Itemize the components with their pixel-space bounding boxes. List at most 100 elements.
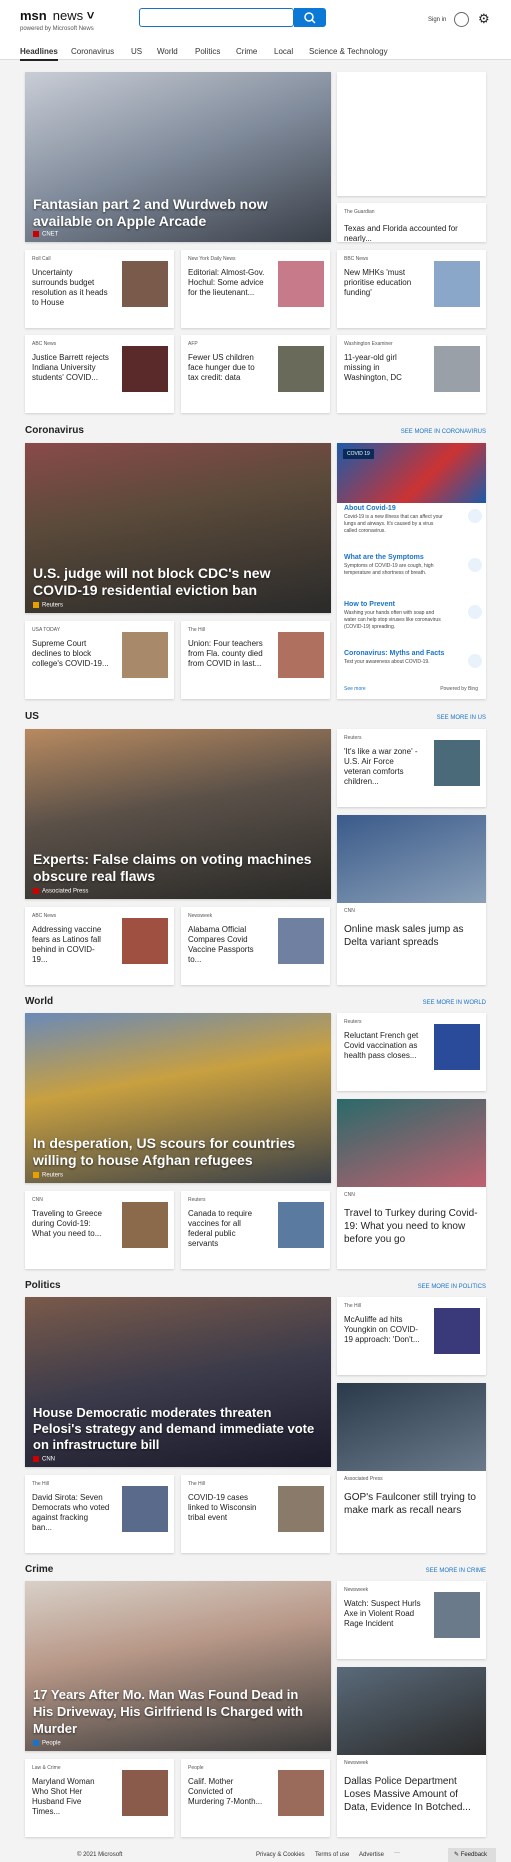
- news-image: [337, 1667, 486, 1755]
- news-card[interactable]: BBC News New MHKs 'must prioritise educat…: [337, 250, 486, 328]
- news-thumbnail: [278, 261, 324, 307]
- tab-coronavirus[interactable]: Coronavirus: [71, 47, 114, 56]
- news-thumbnail: [122, 632, 168, 678]
- hero-card[interactable]: In desperation, US scours for countries …: [25, 1013, 331, 1183]
- news-card[interactable]: USA TODAY Supreme Court declines to block…: [25, 621, 174, 699]
- news-card[interactable]: Associated Press GOP's Faulconer still t…: [337, 1383, 486, 1553]
- hero-card[interactable]: House Democratic moderates threaten Pelo…: [25, 1297, 331, 1467]
- news-card[interactable]: New York Daily News Editorial: Almost-Gov…: [181, 250, 330, 328]
- hero-source: CNET: [33, 231, 58, 238]
- news-thumbnail: [122, 918, 168, 964]
- news-thumbnail: [278, 1486, 324, 1532]
- section-title: US: [25, 711, 39, 722]
- tab-politics[interactable]: Politics: [195, 47, 220, 56]
- powered-by: powered by Microsoft News: [20, 26, 94, 32]
- hero-card[interactable]: Experts: False claims on voting machines…: [25, 729, 331, 899]
- see-more-link[interactable]: SEE MORE IN WORLD: [423, 1000, 486, 1006]
- covid-item[interactable]: Coronavirus: Myths and Facts Test your aw…: [344, 650, 482, 668]
- covid-see-more[interactable]: See more: [344, 686, 366, 692]
- msn-logo[interactable]: msn news ˅: [20, 8, 94, 23]
- feedback-button[interactable]: ✎ Feedback: [448, 1848, 496, 1862]
- gear-icon[interactable]: ⚙: [478, 11, 490, 27]
- more-icon[interactable]: ···: [394, 1850, 400, 1856]
- news-card[interactable]: The Hill David Sirota: Seven Democrats wh…: [25, 1475, 174, 1553]
- covid-item[interactable]: About Covid-19 Covid-19 is a new illness …: [344, 505, 482, 535]
- symptom-icon: [468, 558, 482, 572]
- nav-bar: Headlines Coronavirus US World Politics …: [0, 36, 511, 61]
- news-card[interactable]: Roll Call Uncertainty surrounds budget re…: [25, 250, 174, 328]
- news-thumbnail: [434, 1024, 480, 1070]
- news-card[interactable]: Reuters Canada to require vaccines for al…: [181, 1191, 330, 1269]
- avatar-icon[interactable]: [454, 12, 469, 27]
- news-thumbnail: [434, 346, 480, 392]
- news-card[interactable]: The Hill COVID-19 cases linked to Wiscons…: [181, 1475, 330, 1553]
- news-thumbnail: [434, 1592, 480, 1638]
- news-thumbnail: [434, 1308, 480, 1354]
- news-thumbnail: [434, 261, 480, 307]
- sign-in-link[interactable]: Sign in: [428, 17, 446, 23]
- news-card[interactable]: People Calif. Mother Convicted of Murderi…: [181, 1759, 330, 1837]
- advertise-link[interactable]: Advertise: [359, 1852, 384, 1858]
- news-image: [337, 1383, 486, 1471]
- privacy-link[interactable]: Privacy & Cookies: [256, 1852, 305, 1858]
- news-card[interactable]: CNN Travel to Turkey during Covid-19: Wh…: [337, 1099, 486, 1269]
- hero-card[interactable]: Fantasian part 2 and Wurdweb now availab…: [25, 72, 331, 242]
- news-thumbnail: [122, 1202, 168, 1248]
- tab-world[interactable]: World: [157, 47, 178, 56]
- search-button[interactable]: [294, 8, 326, 27]
- news-thumbnail: [122, 346, 168, 392]
- feedback-icon: ✎: [454, 1852, 460, 1858]
- news-card[interactable]: ABC News Justice Barrett rejects Indiana …: [25, 335, 174, 413]
- news-card[interactable]: Reuters Reluctant French get Covid vaccin…: [337, 1013, 486, 1091]
- news-card[interactable]: Newsweek Alabama Official Compares Covid …: [181, 907, 330, 985]
- news-thumbnail: [122, 261, 168, 307]
- hero-card[interactable]: U.S. judge will not block CDC's new COVI…: [25, 443, 331, 613]
- news-thumbnail: [122, 1770, 168, 1816]
- news-thumbnail: [434, 740, 480, 786]
- tab-crime[interactable]: Crime: [236, 47, 257, 56]
- news-thumbnail: [278, 346, 324, 392]
- search-input[interactable]: [139, 8, 294, 27]
- footer: © 2021 Microsoft Privacy & Cookies Terms…: [77, 1850, 400, 1858]
- section-title: Politics: [25, 1280, 61, 1291]
- see-more-link[interactable]: SEE MORE IN US: [437, 715, 486, 721]
- news-card[interactable]: AFP Fewer US children face hunger due to …: [181, 335, 330, 413]
- news-card[interactable]: Newsweek Watch: Suspect Hurls Axe in Viol…: [337, 1581, 486, 1659]
- news-card[interactable]: CNN Online mask sales jump as Delta vari…: [337, 815, 486, 985]
- tab-local[interactable]: Local: [274, 47, 293, 56]
- terms-link[interactable]: Terms of use: [315, 1852, 349, 1858]
- covid-panel: COVID 19 About Covid-19 Covid-19 is a new…: [337, 443, 486, 699]
- news-card[interactable]: ABC News Addressing vaccine fears as Lati…: [25, 907, 174, 985]
- news-card[interactable]: The Guardian Texas and Florida accounted…: [337, 203, 486, 242]
- hero-card[interactable]: 17 Years After Mo. Man Was Found Dead in…: [25, 1581, 331, 1751]
- news-card[interactable]: The Hill McAuliffe ad hits Youngkin on CO…: [337, 1297, 486, 1375]
- section-title: Coronavirus: [25, 425, 84, 436]
- tab-us[interactable]: US: [131, 47, 142, 56]
- covid-badge: COVID 19: [343, 449, 374, 459]
- covid-item[interactable]: What are the Symptoms Symptoms of COVID-1…: [344, 554, 482, 577]
- see-more-link[interactable]: SEE MORE IN POLITICS: [418, 1284, 486, 1290]
- news-thumbnail: [278, 1770, 324, 1816]
- news-thumbnail: [278, 918, 324, 964]
- info-icon: [468, 509, 482, 523]
- see-more-link[interactable]: SEE MORE IN CRIME: [426, 1568, 486, 1574]
- see-more-link[interactable]: SEE MORE IN CORONAVIRUS: [401, 429, 486, 435]
- tab-science[interactable]: Science & Technology: [309, 47, 388, 56]
- section-title: Crime: [25, 1564, 54, 1575]
- myths-icon: [468, 654, 482, 668]
- search-icon: [304, 12, 316, 24]
- news-card[interactable]: CNN Traveling to Greece during Covid-19: …: [25, 1191, 174, 1269]
- news-image: [337, 1099, 486, 1187]
- news-card[interactable]: Washington Examiner 11-year-old girl miss…: [337, 335, 486, 413]
- news-thumbnail: [122, 1486, 168, 1532]
- prevent-icon: [468, 605, 482, 619]
- news-thumbnail: [278, 1202, 324, 1248]
- news-card[interactable]: Newsweek Dallas Police Department Loses …: [337, 1667, 486, 1837]
- news-card[interactable]: The Hill Union: Four teachers from Fla. c…: [181, 621, 330, 699]
- section-title: World: [25, 996, 54, 1007]
- tab-headlines[interactable]: Headlines: [20, 47, 58, 61]
- news-card[interactable]: Law & Crime Maryland Woman Who Shot Her H…: [25, 1759, 174, 1837]
- covid-item[interactable]: How to Prevent Washing your hands often w…: [344, 601, 482, 631]
- header: msn news ˅ powered by Microsoft News Sign…: [0, 0, 511, 36]
- news-card[interactable]: Reuters 'It's like a war zone' - U.S. Air…: [337, 729, 486, 807]
